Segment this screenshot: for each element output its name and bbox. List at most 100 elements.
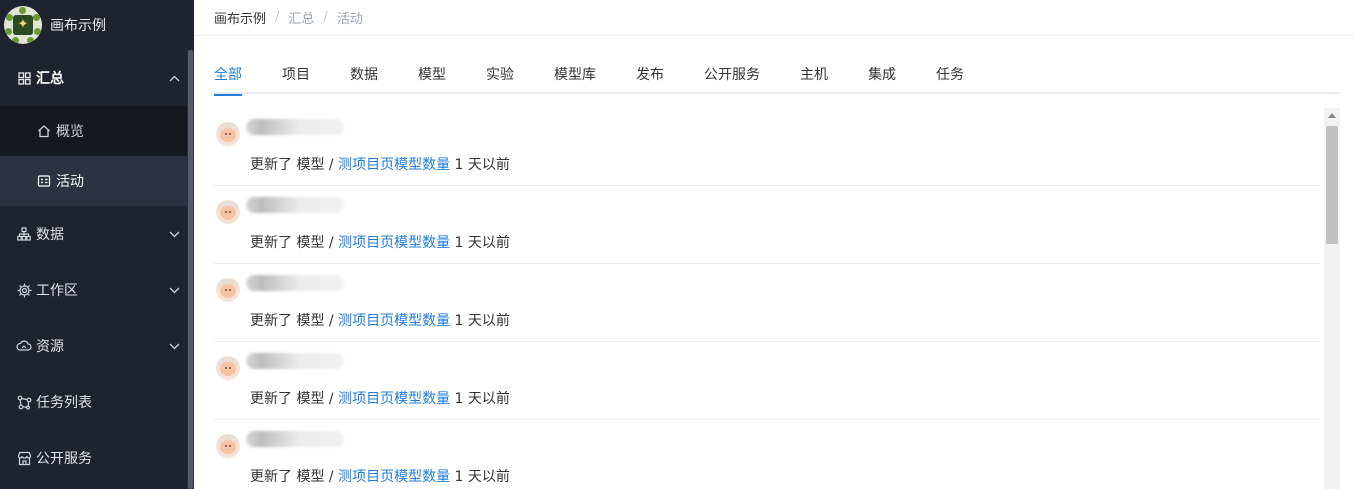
avatar[interactable] [216, 122, 240, 146]
grid-icon [16, 70, 32, 86]
activity-separator: / [328, 157, 334, 173]
sidebar-item-workspace[interactable]: 工作区 [0, 262, 194, 318]
activity-verb: 更新了 [250, 391, 292, 407]
tab-hosts[interactable]: 主机 [800, 64, 828, 94]
sidebar-item-label: 汇总 [36, 71, 64, 87]
sidebar-item-label: 数据 [36, 227, 64, 243]
activity-separator: / [328, 469, 334, 485]
sidebar: ✦ 画布示例 汇总 概览 活动 数据 工作区 资源 任务列表 公开服务 [0, 0, 194, 489]
scroll-up-arrow-icon[interactable] [1328, 113, 1336, 118]
tab-projects[interactable]: 项目 [282, 64, 310, 94]
sitemap-icon [16, 226, 32, 242]
breadcrumb: 画布示例 / 汇总 / 活动 [194, 0, 1354, 36]
activity-verb: 更新了 [250, 469, 292, 485]
sidebar-item-label: 工作区 [36, 283, 78, 299]
username-redacted[interactable] [246, 353, 344, 369]
feed-scrollbar[interactable] [1324, 108, 1340, 489]
tab-experiments[interactable]: 实验 [486, 64, 514, 94]
activity-type: 模型 [296, 235, 325, 251]
activity-separator: / [328, 235, 334, 251]
username-redacted[interactable] [246, 275, 344, 291]
sidebar-item-activity[interactable]: 活动 [0, 156, 194, 206]
activity-tabs: 全部 项目 数据 模型 实验 模型库 发布 公开服务 主机 集成 任务 [214, 56, 1340, 96]
tab-data[interactable]: 数据 [350, 64, 378, 94]
avatar[interactable] [216, 434, 240, 458]
activity-type: 模型 [296, 391, 325, 407]
username-redacted[interactable] [246, 119, 344, 135]
activity-time: 1 天以前 [454, 157, 510, 173]
activity-description: 更新了 模型 / 测项目页模型数量 1 天以前 [250, 466, 510, 486]
chevron-down-icon [169, 226, 180, 242]
activity-type: 模型 [296, 469, 325, 485]
activity-description: 更新了 模型 / 测项目页模型数量 1 天以前 [250, 388, 510, 408]
breadcrumb-item-activity: 活动 [336, 12, 363, 27]
activity-type: 模型 [296, 313, 325, 329]
sidebar-item-public-services[interactable]: 公开服务 [0, 430, 194, 486]
sidebar-item-overview[interactable]: 概览 [0, 106, 194, 156]
activity-type: 模型 [296, 157, 325, 173]
app-logo: ✦ [4, 6, 42, 44]
chevron-down-icon [169, 282, 180, 298]
sidebar-item-label: 资源 [36, 339, 64, 355]
breadcrumb-separator: / [275, 10, 280, 25]
sidebar-item-resources[interactable]: 资源 [0, 318, 194, 374]
avatar[interactable] [216, 200, 240, 224]
activity-description: 更新了 模型 / 测项目页模型数量 1 天以前 [250, 310, 510, 330]
cloud-icon [16, 338, 32, 354]
activity-description: 更新了 模型 / 测项目页模型数量 1 天以前 [250, 232, 510, 252]
logo-row[interactable]: ✦ 画布示例 [0, 0, 194, 50]
username-redacted[interactable] [246, 197, 344, 213]
tab-all[interactable]: 全部 [214, 64, 242, 96]
activity-target-link[interactable]: 测项目页模型数量 [338, 313, 450, 329]
breadcrumb-item-summary[interactable]: 汇总 [288, 8, 314, 27]
chevron-up-icon [169, 70, 180, 86]
activity-description: 更新了 模型 / 测项目页模型数量 1 天以前 [250, 154, 510, 174]
tab-public-services[interactable]: 公开服务 [704, 64, 760, 94]
activity-time: 1 天以前 [454, 391, 510, 407]
store-icon [16, 450, 32, 466]
avatar[interactable] [216, 356, 240, 380]
activity-separator: / [328, 391, 334, 407]
activity-target-link[interactable]: 测项目页模型数量 [338, 391, 450, 407]
sidebar-item-label: 公开服务 [36, 451, 92, 467]
home-icon [36, 123, 52, 139]
sidebar-scrollbar[interactable] [187, 50, 194, 489]
app-name: 画布示例 [50, 18, 106, 34]
activity-time: 1 天以前 [454, 235, 510, 251]
username-redacted[interactable] [246, 431, 344, 447]
tab-model-library[interactable]: 模型库 [554, 64, 596, 94]
activity-feed: 更新了 模型 / 测项目页模型数量 1 天以前 更新了 模型 / 测项目页模型数… [214, 108, 1320, 489]
chip-icon [16, 282, 32, 298]
activity-item: 更新了 模型 / 测项目页模型数量 1 天以前 [214, 420, 1320, 489]
activity-target-link[interactable]: 测项目页模型数量 [338, 157, 450, 173]
tab-tasks[interactable]: 任务 [936, 64, 964, 94]
tab-publish[interactable]: 发布 [636, 64, 664, 94]
activity-time: 1 天以前 [454, 313, 510, 329]
sidebar-item-label: 任务列表 [36, 395, 92, 411]
activity-time: 1 天以前 [454, 469, 510, 485]
activity-item: 更新了 模型 / 测项目页模型数量 1 天以前 [214, 342, 1320, 420]
activity-icon [36, 173, 52, 189]
activity-target-link[interactable]: 测项目页模型数量 [338, 469, 450, 485]
activity-verb: 更新了 [250, 235, 292, 251]
avatar[interactable] [216, 278, 240, 302]
activity-target-link[interactable]: 测项目页模型数量 [338, 235, 450, 251]
activity-verb: 更新了 [250, 157, 292, 173]
share-icon [16, 394, 32, 410]
sidebar-item-task-list[interactable]: 任务列表 [0, 374, 194, 430]
summary-submenu: 概览 活动 [0, 106, 194, 206]
sidebar-item-label: 活动 [56, 174, 84, 190]
activity-item: 更新了 模型 / 测项目页模型数量 1 天以前 [214, 108, 1320, 186]
tab-models[interactable]: 模型 [418, 64, 446, 94]
breadcrumb-item-home[interactable]: 画布示例 [214, 8, 266, 27]
activity-item: 更新了 模型 / 测项目页模型数量 1 天以前 [214, 264, 1320, 342]
activity-separator: / [328, 313, 334, 329]
sidebar-item-summary[interactable]: 汇总 [0, 50, 194, 106]
scrollbar-thumb[interactable] [1326, 126, 1338, 244]
chevron-down-icon [169, 338, 180, 354]
activity-item: 更新了 模型 / 测项目页模型数量 1 天以前 [214, 186, 1320, 264]
breadcrumb-separator: / [323, 10, 328, 25]
sidebar-item-data[interactable]: 数据 [0, 206, 194, 262]
main-content: 画布示例 / 汇总 / 活动 全部 项目 数据 模型 实验 模型库 发布 公开服… [194, 0, 1354, 489]
tab-integrations[interactable]: 集成 [868, 64, 896, 94]
